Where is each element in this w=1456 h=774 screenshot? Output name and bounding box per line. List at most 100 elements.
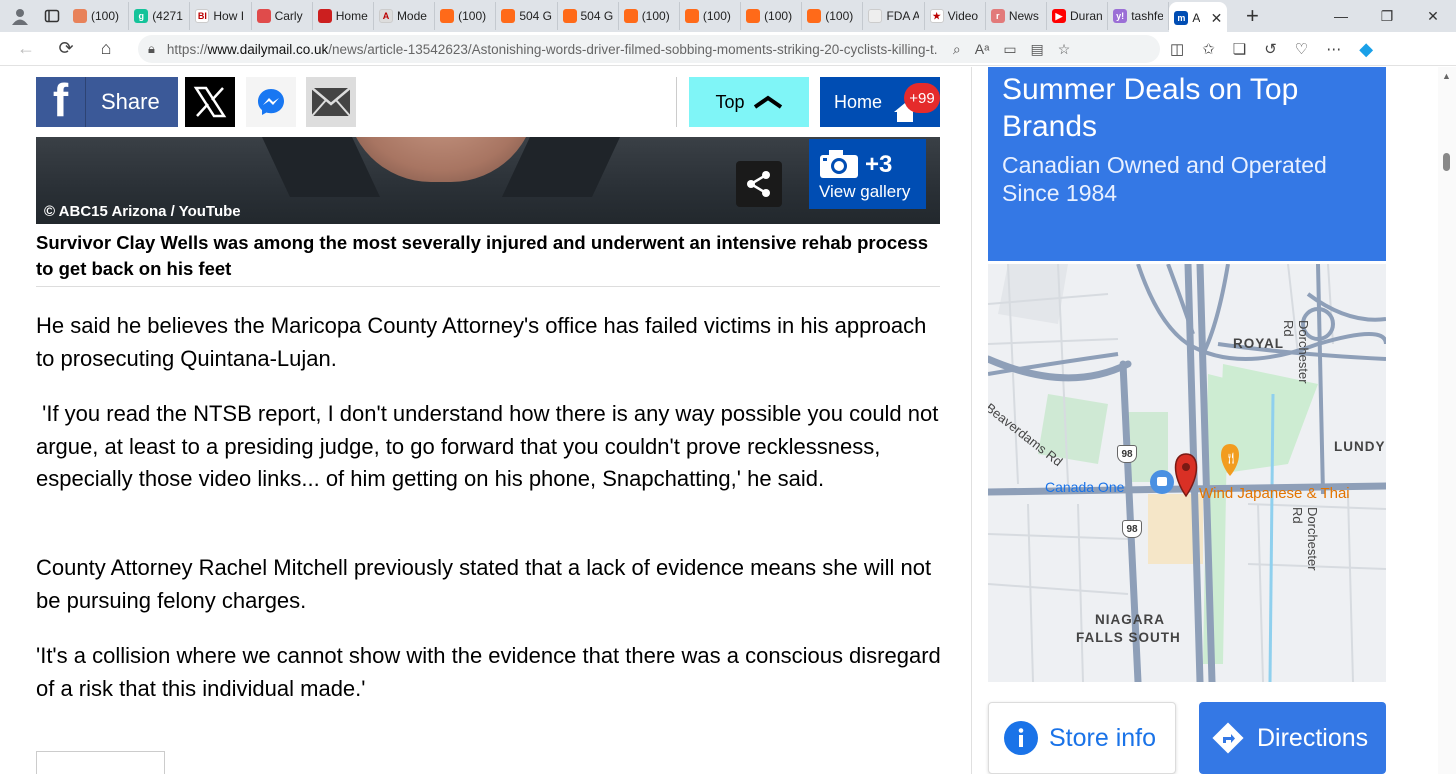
- tab-title: (100): [91, 9, 120, 23]
- split-screen-icon[interactable]: ◫: [1170, 40, 1184, 58]
- share-label: Share: [101, 89, 160, 114]
- map-label-wind-japanese: Wind Japanese & Thai: [1199, 485, 1350, 502]
- facebook-share-button[interactable]: f Share: [36, 74, 178, 127]
- column-divider: [971, 67, 972, 774]
- browser-tab[interactable]: Carly: [252, 2, 313, 30]
- browser-tab[interactable]: y! tashfe: [1108, 2, 1170, 30]
- copilot-icon[interactable]: ◆: [1359, 39, 1373, 60]
- tab-title: (100): [458, 9, 487, 23]
- envelope-icon: [311, 87, 351, 117]
- app-icon[interactable]: ▭: [1003, 41, 1016, 58]
- gallery-label: View gallery: [819, 182, 911, 201]
- back-icon[interactable]: ←: [6, 32, 46, 66]
- ad-banner[interactable]: Summer Deals on Top Brands Canadian Owne…: [988, 67, 1386, 261]
- browser-tab[interactable]: FDA A: [863, 2, 925, 30]
- tab-title: Mode: [396, 9, 427, 23]
- article-photo: © ABC15 Arizona / YouTube +3 View galler…: [36, 137, 940, 224]
- favorites-icon[interactable]: ✩: [1202, 40, 1215, 58]
- map-label-lundy: LUNDY: [1334, 439, 1386, 454]
- favorite-star-icon[interactable]: ☆: [1058, 41, 1071, 58]
- map-label-falls-south: FALLS SOUTH: [1076, 630, 1181, 645]
- tab-favicon-icon: [746, 9, 761, 23]
- read-aloud-icon[interactable]: A͏ᵃ: [975, 41, 990, 58]
- directions-icon: [1212, 722, 1244, 754]
- x-logo-icon: [193, 86, 227, 118]
- browser-tab[interactable]: 504 G: [558, 2, 619, 30]
- scroll-thumb[interactable]: [1443, 153, 1450, 171]
- article-paragraph: County Attorney Rachel Mitchell previous…: [36, 555, 932, 613]
- tab-title: Video: [947, 9, 979, 23]
- tab-favicon-icon: [623, 9, 638, 23]
- zoom-icon[interactable]: ⌕: [953, 41, 961, 58]
- browser-tab[interactable]: g (4271: [129, 2, 191, 30]
- scroll-up-icon[interactable]: ▲: [1442, 71, 1451, 81]
- browser-tab[interactable]: ▶ Duran: [1047, 2, 1109, 30]
- browser-tab[interactable]: (100): [619, 2, 680, 30]
- home-icon[interactable]: ⌂: [86, 32, 126, 66]
- embedded-content-box: [36, 751, 165, 774]
- browser-tab[interactable]: A Mode: [374, 2, 436, 30]
- restore-icon[interactable]: ❐: [1364, 0, 1410, 32]
- share-divider: [676, 77, 677, 127]
- browser-tab[interactable]: BI How I: [190, 2, 252, 30]
- tab-favicon-icon: [807, 9, 822, 23]
- tab-title: (100): [825, 9, 854, 23]
- tab-favicon-icon: ★: [929, 9, 944, 23]
- close-window-icon[interactable]: ✕: [1410, 0, 1456, 32]
- photo-credit: © ABC15 Arizona / YouTube: [44, 203, 241, 220]
- tab-title: Duran: [1070, 9, 1103, 23]
- address-bar-row: ← ⟳ ⌂ 🔒︎ https://www.dailymail.co.uk/new…: [0, 32, 1456, 66]
- tab-favicon-icon: [73, 9, 87, 23]
- url-text[interactable]: https://www.dailymail.co.uk/news/article…: [167, 42, 937, 57]
- browser-tab[interactable]: (100): [435, 2, 497, 30]
- tab-actions-icon[interactable]: [40, 4, 64, 28]
- performance-icon[interactable]: ♡: [1295, 40, 1308, 58]
- minimize-icon[interactable]: —: [1318, 0, 1364, 32]
- browser-tab[interactable]: 504 G: [496, 2, 558, 30]
- history-icon[interactable]: ↺: [1264, 40, 1277, 58]
- view-gallery-button[interactable]: +3 View gallery: [809, 139, 926, 209]
- article-paragraph: 'If you read the NTSB report, I don't un…: [36, 401, 945, 491]
- new-tab-icon[interactable]: +: [1237, 2, 1267, 30]
- browser-tab[interactable]: (100): [68, 2, 130, 30]
- back-to-top-button[interactable]: Top: [689, 77, 809, 127]
- messenger-share-button[interactable]: [246, 77, 296, 127]
- active-tab[interactable]: m A ✕: [1169, 2, 1228, 34]
- home-label: Home: [834, 91, 883, 112]
- browser-tab[interactable]: (100): [802, 2, 864, 30]
- browser-tab[interactable]: ★ Video: [925, 2, 986, 30]
- map-label-dorchester-bottom: Dorchester Rd: [1290, 507, 1320, 571]
- tab-strip: (100) g (4271 BI How I Carly Home A Mode (100) 504…: [0, 0, 1456, 34]
- more-menu-icon[interactable]: ⋯: [1326, 40, 1341, 58]
- photo-share-button[interactable]: [736, 161, 782, 207]
- reader-view-icon[interactable]: ▤: [1031, 41, 1044, 58]
- page-scrollbar[interactable]: ▲: [1438, 67, 1456, 774]
- store-info-button[interactable]: Store info: [988, 702, 1176, 774]
- directions-button[interactable]: Directions: [1199, 702, 1386, 774]
- store-info-label: Store info: [1049, 723, 1157, 752]
- page-content: f Share Top Home +99 © ABC15 Arizona / Y…: [0, 67, 1456, 774]
- browser-tab[interactable]: (100): [680, 2, 742, 30]
- profile-avatar-icon[interactable]: [8, 4, 32, 28]
- tab-favicon-icon: [501, 9, 516, 23]
- close-tab-icon[interactable]: ✕: [1211, 10, 1223, 27]
- map-graphic: 🍴︎: [988, 264, 1386, 682]
- browser-tab[interactable]: r News: [986, 2, 1047, 30]
- tab-title: tashfe: [1131, 9, 1164, 23]
- lock-icon[interactable]: 🔒︎: [148, 41, 155, 57]
- collections-icon[interactable]: ❏: [1233, 40, 1246, 58]
- ad-map[interactable]: 🍴︎ ROYAL Beaverdams Rd Dorchester Rd LUN…: [988, 264, 1386, 682]
- home-button[interactable]: Home +99: [820, 77, 940, 127]
- browser-tab[interactable]: (100): [741, 2, 803, 30]
- photo-caption: Survivor Clay Wells was among the most s…: [36, 230, 940, 287]
- photo-neck: [346, 137, 536, 182]
- tab-favicon-icon: ▶: [1052, 9, 1066, 23]
- email-share-button[interactable]: [306, 77, 356, 127]
- tab-title: (100): [702, 9, 731, 23]
- url-field[interactable]: 🔒︎ https://www.dailymail.co.uk/news/arti…: [138, 35, 1160, 63]
- camera-icon: [820, 150, 858, 178]
- refresh-icon[interactable]: ⟳: [46, 32, 86, 66]
- article-paragraph: He said he believes the Maricopa County …: [36, 313, 927, 371]
- browser-tab[interactable]: Home: [313, 2, 374, 30]
- x-share-button[interactable]: [185, 77, 235, 127]
